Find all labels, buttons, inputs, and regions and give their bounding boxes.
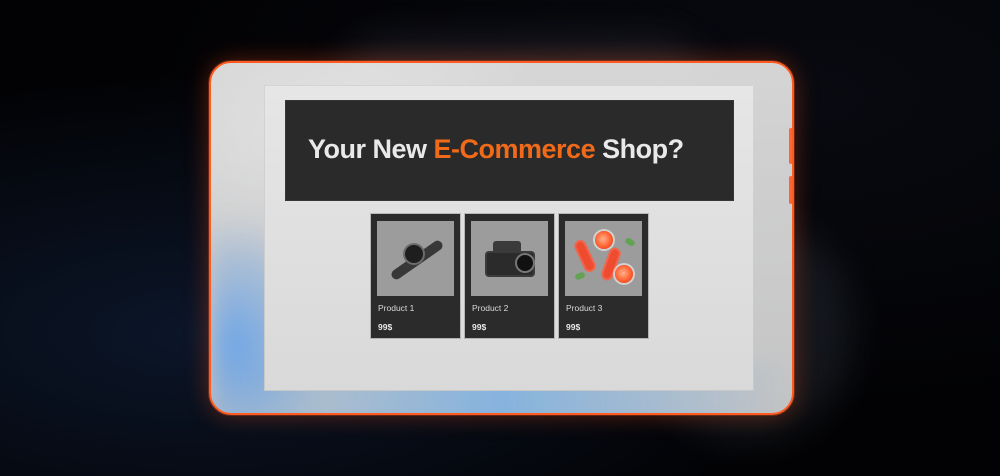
- tablet-side-button: [789, 176, 793, 204]
- leaf: [574, 271, 586, 281]
- leaf: [624, 236, 636, 248]
- hero-title: Your New E-Commerce Shop?: [308, 134, 684, 165]
- product-name: Product 1: [378, 303, 415, 313]
- camera-lens: [517, 255, 533, 271]
- product-price: 99$: [472, 322, 487, 332]
- orange-slice: [595, 231, 613, 249]
- product-card[interactable]: Product 3 99$: [559, 214, 648, 338]
- product-price: 99$: [378, 322, 393, 332]
- product-card[interactable]: Product 1 99$: [371, 214, 460, 338]
- hero-title-prefix: Your New: [308, 134, 434, 164]
- orange-slice: [615, 265, 633, 283]
- tablet-side-button: [789, 128, 793, 164]
- hero-banner: Your New E-Commerce Shop?: [285, 100, 734, 201]
- juice-bottles-icon: [565, 221, 642, 296]
- product-name: Product 3: [566, 303, 603, 313]
- juice-bottle: [572, 238, 598, 274]
- product-grid: Product 1 99$ Product 2 99$ Product 3 99…: [264, 214, 754, 338]
- watch-face: [405, 245, 423, 263]
- product-name: Product 2: [472, 303, 509, 313]
- tablet-screen: Your New E-Commerce Shop? Product 1 99$: [264, 85, 754, 391]
- product-card[interactable]: Product 2 99$: [465, 214, 554, 338]
- scene: Your New E-Commerce Shop? Product 1 99$: [0, 0, 1000, 476]
- tablet-frame: Your New E-Commerce Shop? Product 1 99$: [209, 61, 794, 415]
- hero-title-suffix: Shop?: [595, 134, 684, 164]
- product-price: 99$: [566, 322, 581, 332]
- hero-title-accent: E-Commerce: [433, 134, 596, 164]
- smartwatch-icon: [377, 221, 454, 296]
- instant-camera-icon: [471, 221, 548, 296]
